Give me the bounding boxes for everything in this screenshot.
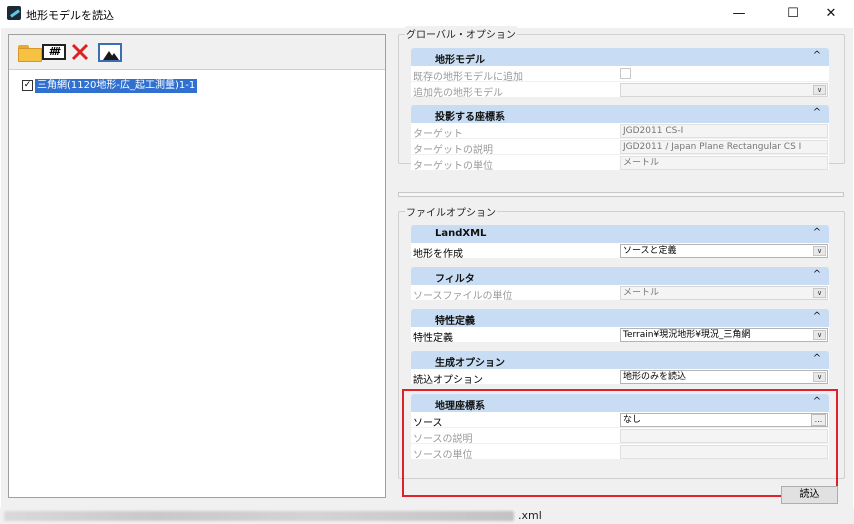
chevron-up-icon[interactable]: ^ <box>811 49 823 63</box>
status-bar: .xml <box>0 508 854 524</box>
source-tree-panel: ## ✓ 三角網(1120地形-広_起工測量)1-1 <box>8 34 386 498</box>
blurred-file-path <box>4 511 514 521</box>
minimize-button[interactable]: — <box>716 0 762 28</box>
status-filename: .xml <box>518 509 542 522</box>
section-title: LandXML <box>435 228 487 239</box>
chevron-up-icon[interactable]: ^ <box>811 352 823 366</box>
section-header[interactable]: LandXML ^ <box>411 225 829 243</box>
chevron-down-icon[interactable]: ∨ <box>813 246 826 256</box>
chevron-down-icon[interactable]: ∨ <box>813 288 826 298</box>
row-feature-def: 特性定義 Terrain¥現況地形¥現況_三角網 ∨ <box>411 327 829 344</box>
target-unit-value: メートル <box>620 156 828 170</box>
row-create-terrain: 地形を作成 ソースと定義 ∨ <box>411 243 829 260</box>
section-title: フィルタ <box>435 274 475 285</box>
open-folder-icon[interactable] <box>18 43 42 63</box>
chevron-up-icon[interactable]: ^ <box>811 310 823 324</box>
splitter[interactable] <box>398 192 844 197</box>
highlight-box <box>402 389 838 497</box>
section-terrain-model: 地形モデル ^ 既存の地形モデルに追加 追加先の地形モデル ∨ <box>411 48 829 99</box>
section-header[interactable]: フィルタ ^ <box>411 267 829 285</box>
row-target: ターゲット JGD2011 CS-I <box>411 123 829 140</box>
append-checkbox[interactable] <box>620 68 631 79</box>
app-icon <box>7 6 21 20</box>
section-header[interactable]: 投影する座標系 ^ <box>411 105 829 123</box>
create-terrain-select[interactable]: ソースと定義 ∨ <box>620 244 828 258</box>
section-title: 投影する座標系 <box>435 112 505 123</box>
chevron-down-icon[interactable]: ∨ <box>813 372 826 382</box>
section-generation: 生成オプション ^ 読込オプション 地形のみを読込 ∨ <box>411 351 829 386</box>
chevron-down-icon[interactable]: ∨ <box>813 85 826 95</box>
section-projection: 投影する座標系 ^ ターゲット JGD2011 CS-I ターゲットの説明 JG… <box>411 105 829 172</box>
window-title: 地形モデルを読込 <box>26 9 114 22</box>
toolbar: ## <box>9 35 385 70</box>
tree-item-checkbox[interactable]: ✓ <box>22 80 33 91</box>
grid-icon[interactable]: ## <box>42 44 66 60</box>
file-options-label: ファイルオプション <box>405 204 497 219</box>
import-button[interactable]: 読込 <box>781 486 838 504</box>
section-title: 特性定義 <box>435 316 475 327</box>
section-filter: フィルタ ^ ソースファイルの単位 メートル ∨ <box>411 267 829 302</box>
title-bar: 地形モデルを読込 — ☐ ✕ <box>0 0 854 28</box>
row-target-desc: ターゲットの説明 JGD2011 / Japan Plane Rectangul… <box>411 139 829 156</box>
row-target-model: 追加先の地形モデル ∨ <box>411 82 829 99</box>
chevron-up-icon[interactable]: ^ <box>811 268 823 282</box>
target-value: JGD2011 CS-I <box>620 124 828 138</box>
terrain-image-icon[interactable] <box>98 43 122 62</box>
section-header[interactable]: 生成オプション ^ <box>411 351 829 369</box>
global-options-label: グローバル・オプション <box>405 26 517 41</box>
source-unit-select[interactable]: メートル ∨ <box>620 286 828 300</box>
section-landxml: LandXML ^ 地形を作成 ソースと定義 ∨ <box>411 225 829 260</box>
tree-item-label[interactable]: 三角網(1120地形-広_起工測量)1-1 <box>35 79 198 93</box>
section-header[interactable]: 特性定義 ^ <box>411 309 829 327</box>
chevron-down-icon[interactable]: ∨ <box>813 330 826 340</box>
section-feature-def: 特性定義 ^ 特性定義 Terrain¥現況地形¥現況_三角網 ∨ <box>411 309 829 344</box>
close-button[interactable]: ✕ <box>808 0 854 28</box>
chevron-up-icon[interactable]: ^ <box>811 106 823 120</box>
row-append-existing: 既存の地形モデルに追加 <box>411 66 829 83</box>
delete-icon[interactable] <box>70 42 90 62</box>
dialog-client: ## ✓ 三角網(1120地形-広_起工測量)1-1 グローバル・オプション 地… <box>1 26 853 510</box>
chevron-up-icon[interactable]: ^ <box>811 226 823 240</box>
section-header[interactable]: 地形モデル ^ <box>411 48 829 66</box>
section-title: 地形モデル <box>435 55 485 66</box>
row-import-option: 読込オプション 地形のみを読込 ∨ <box>411 369 829 386</box>
feature-def-select[interactable]: Terrain¥現況地形¥現況_三角網 ∨ <box>620 328 828 342</box>
row-target-unit: ターゲットの単位 メートル <box>411 155 829 172</box>
row-source-unit: ソースファイルの単位 メートル ∨ <box>411 285 829 302</box>
target-desc-value: JGD2011 / Japan Plane Rectangular CS I <box>620 140 828 154</box>
target-model-select[interactable]: ∨ <box>620 83 828 97</box>
section-title: 生成オプション <box>435 358 505 369</box>
import-option-select[interactable]: 地形のみを読込 ∨ <box>620 370 828 384</box>
